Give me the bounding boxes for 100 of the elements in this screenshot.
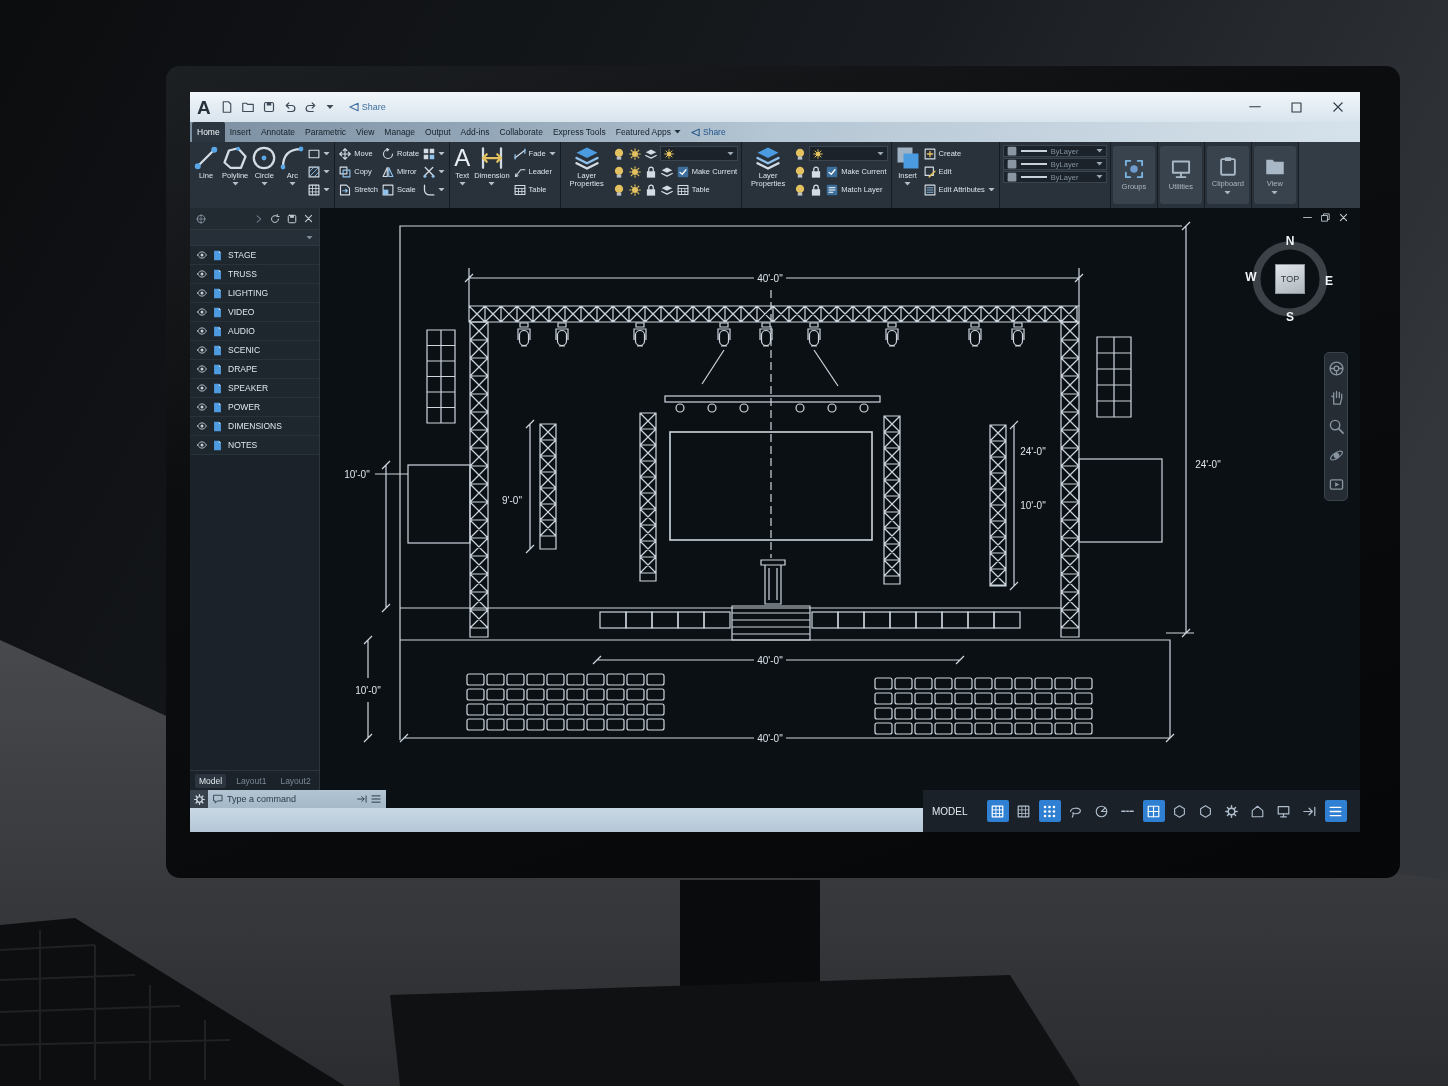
- stage-riser: [889, 611, 917, 629]
- seat: [1074, 692, 1093, 705]
- command-input[interactable]: Type a command: [227, 792, 353, 806]
- tool-button[interactable]: [307, 163, 332, 180]
- eye-icon[interactable]: [197, 288, 207, 298]
- eye-icon[interactable]: [197, 402, 207, 412]
- layer-row[interactable]: SCENIC: [190, 341, 319, 360]
- ribbon-tab[interactable]: Manage: [379, 122, 421, 142]
- polar-icon: [1095, 804, 1109, 818]
- hand-icon[interactable]: [1328, 390, 1344, 405]
- save-icon[interactable]: [262, 101, 275, 113]
- tool-button[interactable]: [627, 145, 642, 162]
- ribbon-tab[interactable]: Annotate: [255, 122, 300, 142]
- light-fixture-icon: [675, 403, 685, 413]
- ribbon-tab[interactable]: Insert: [224, 122, 256, 142]
- status-toggle[interactable]: [1324, 800, 1347, 822]
- ribbon-tab[interactable]: Output: [420, 122, 456, 142]
- layer-row[interactable]: DRAPE: [190, 360, 319, 379]
- eye-icon[interactable]: [197, 269, 207, 279]
- compass-label[interactable]: W: [1245, 270, 1257, 284]
- wheel-icon[interactable]: [1328, 361, 1344, 376]
- eye-icon[interactable]: [197, 345, 207, 355]
- chevron-icon[interactable]: [255, 214, 263, 223]
- layer-dropdown[interactable]: [659, 146, 739, 161]
- file-arrow-icon: [339, 183, 352, 196]
- folder-outline-icon[interactable]: [241, 101, 254, 113]
- compass-label[interactable]: N: [1284, 234, 1296, 248]
- command-settings-button[interactable]: [190, 790, 208, 808]
- ribbon-tab[interactable]: Home: [192, 122, 225, 142]
- view-cube-face[interactable]: TOP: [1275, 264, 1305, 294]
- layout-tab[interactable]: Layout2: [276, 773, 315, 788]
- layer-row[interactable]: STAGE: [190, 246, 319, 265]
- seat: [1034, 677, 1053, 690]
- seat: [974, 722, 993, 735]
- arrow-icon[interactable]: [357, 794, 367, 804]
- new-file-icon[interactable]: [220, 101, 233, 113]
- eye-icon[interactable]: [197, 326, 207, 336]
- share-button[interactable]: Share: [686, 122, 731, 142]
- seat: [466, 673, 485, 686]
- layer-name: POWER: [228, 402, 261, 412]
- seat: [486, 703, 505, 716]
- video-icon[interactable]: [1328, 477, 1344, 492]
- seat: [586, 688, 605, 701]
- tool-button[interactable]: [627, 163, 642, 180]
- zoom-icon[interactable]: [1328, 419, 1344, 434]
- eye-icon[interactable]: [197, 383, 207, 393]
- layer-row[interactable]: AUDIO: [190, 322, 319, 341]
- crosshair-icon[interactable]: [196, 213, 206, 224]
- chat-bubble-icon: [213, 794, 223, 804]
- close-icon[interactable]: [1332, 101, 1344, 113]
- eye-icon[interactable]: [197, 364, 207, 374]
- seat: [646, 718, 665, 731]
- eye-icon[interactable]: [197, 307, 207, 317]
- ribbon-tab[interactable]: Add-ins: [455, 122, 495, 142]
- lock-icon: [810, 183, 823, 196]
- layer-dropdown[interactable]: [809, 146, 888, 161]
- tool-button[interactable]: [422, 181, 447, 198]
- orbit-icon[interactable]: [1328, 448, 1344, 463]
- seat: [626, 718, 645, 731]
- status-toggle[interactable]: [1142, 800, 1165, 822]
- eye-icon[interactable]: [197, 250, 207, 260]
- ribbon-tab[interactable]: Express Tools: [547, 122, 611, 142]
- layer-row[interactable]: VIDEO: [190, 303, 319, 322]
- status-toggle[interactable]: [1038, 800, 1061, 822]
- seat: [954, 722, 973, 735]
- refresh-icon[interactable]: [270, 213, 280, 224]
- tool-button[interactable]: [307, 181, 332, 198]
- redo-icon[interactable]: [304, 101, 317, 113]
- status-toggle[interactable]: [986, 800, 1009, 822]
- model-space-button[interactable]: MODEL: [927, 805, 973, 817]
- seat: [566, 688, 585, 701]
- ribbon-tab[interactable]: Featured Apps: [610, 122, 686, 142]
- layout-tab[interactable]: Layout1: [232, 773, 271, 788]
- seat: [506, 703, 525, 716]
- ribbon-tab[interactable]: Collaborate: [494, 122, 548, 142]
- compass-label[interactable]: S: [1284, 310, 1296, 324]
- undo-icon[interactable]: [283, 101, 296, 113]
- restore-icon[interactable]: [1321, 213, 1330, 222]
- list-icon[interactable]: [371, 794, 381, 804]
- tool-button[interactable]: [627, 181, 642, 198]
- caret-icon[interactable]: [325, 105, 334, 109]
- layer-row[interactable]: POWER: [190, 398, 319, 417]
- ribbon-tab[interactable]: View: [351, 122, 380, 142]
- maximize-icon[interactable]: [1291, 101, 1302, 113]
- layer-row[interactable]: SPEAKER: [190, 379, 319, 398]
- layout-tab[interactable]: Model: [195, 773, 227, 788]
- app-logo[interactable]: A: [197, 97, 211, 117]
- compass-label[interactable]: E: [1323, 274, 1335, 288]
- ribbon-tab[interactable]: Parametric: [300, 122, 352, 142]
- share-button[interactable]: Share: [343, 102, 391, 112]
- layer-name: TRUSS: [228, 269, 257, 279]
- layer-row[interactable]: TRUSS: [190, 265, 319, 284]
- line-icon: [194, 146, 218, 170]
- layer-row[interactable]: LIGHTING: [190, 284, 319, 303]
- eye-icon[interactable]: [197, 440, 207, 450]
- stage-riser: [625, 611, 653, 629]
- dimension-label: 10'-0": [344, 468, 370, 480]
- layer-row[interactable]: DIMENSIONS: [190, 417, 319, 436]
- layer-row[interactable]: NOTES: [190, 436, 319, 455]
- eye-icon[interactable]: [197, 421, 207, 431]
